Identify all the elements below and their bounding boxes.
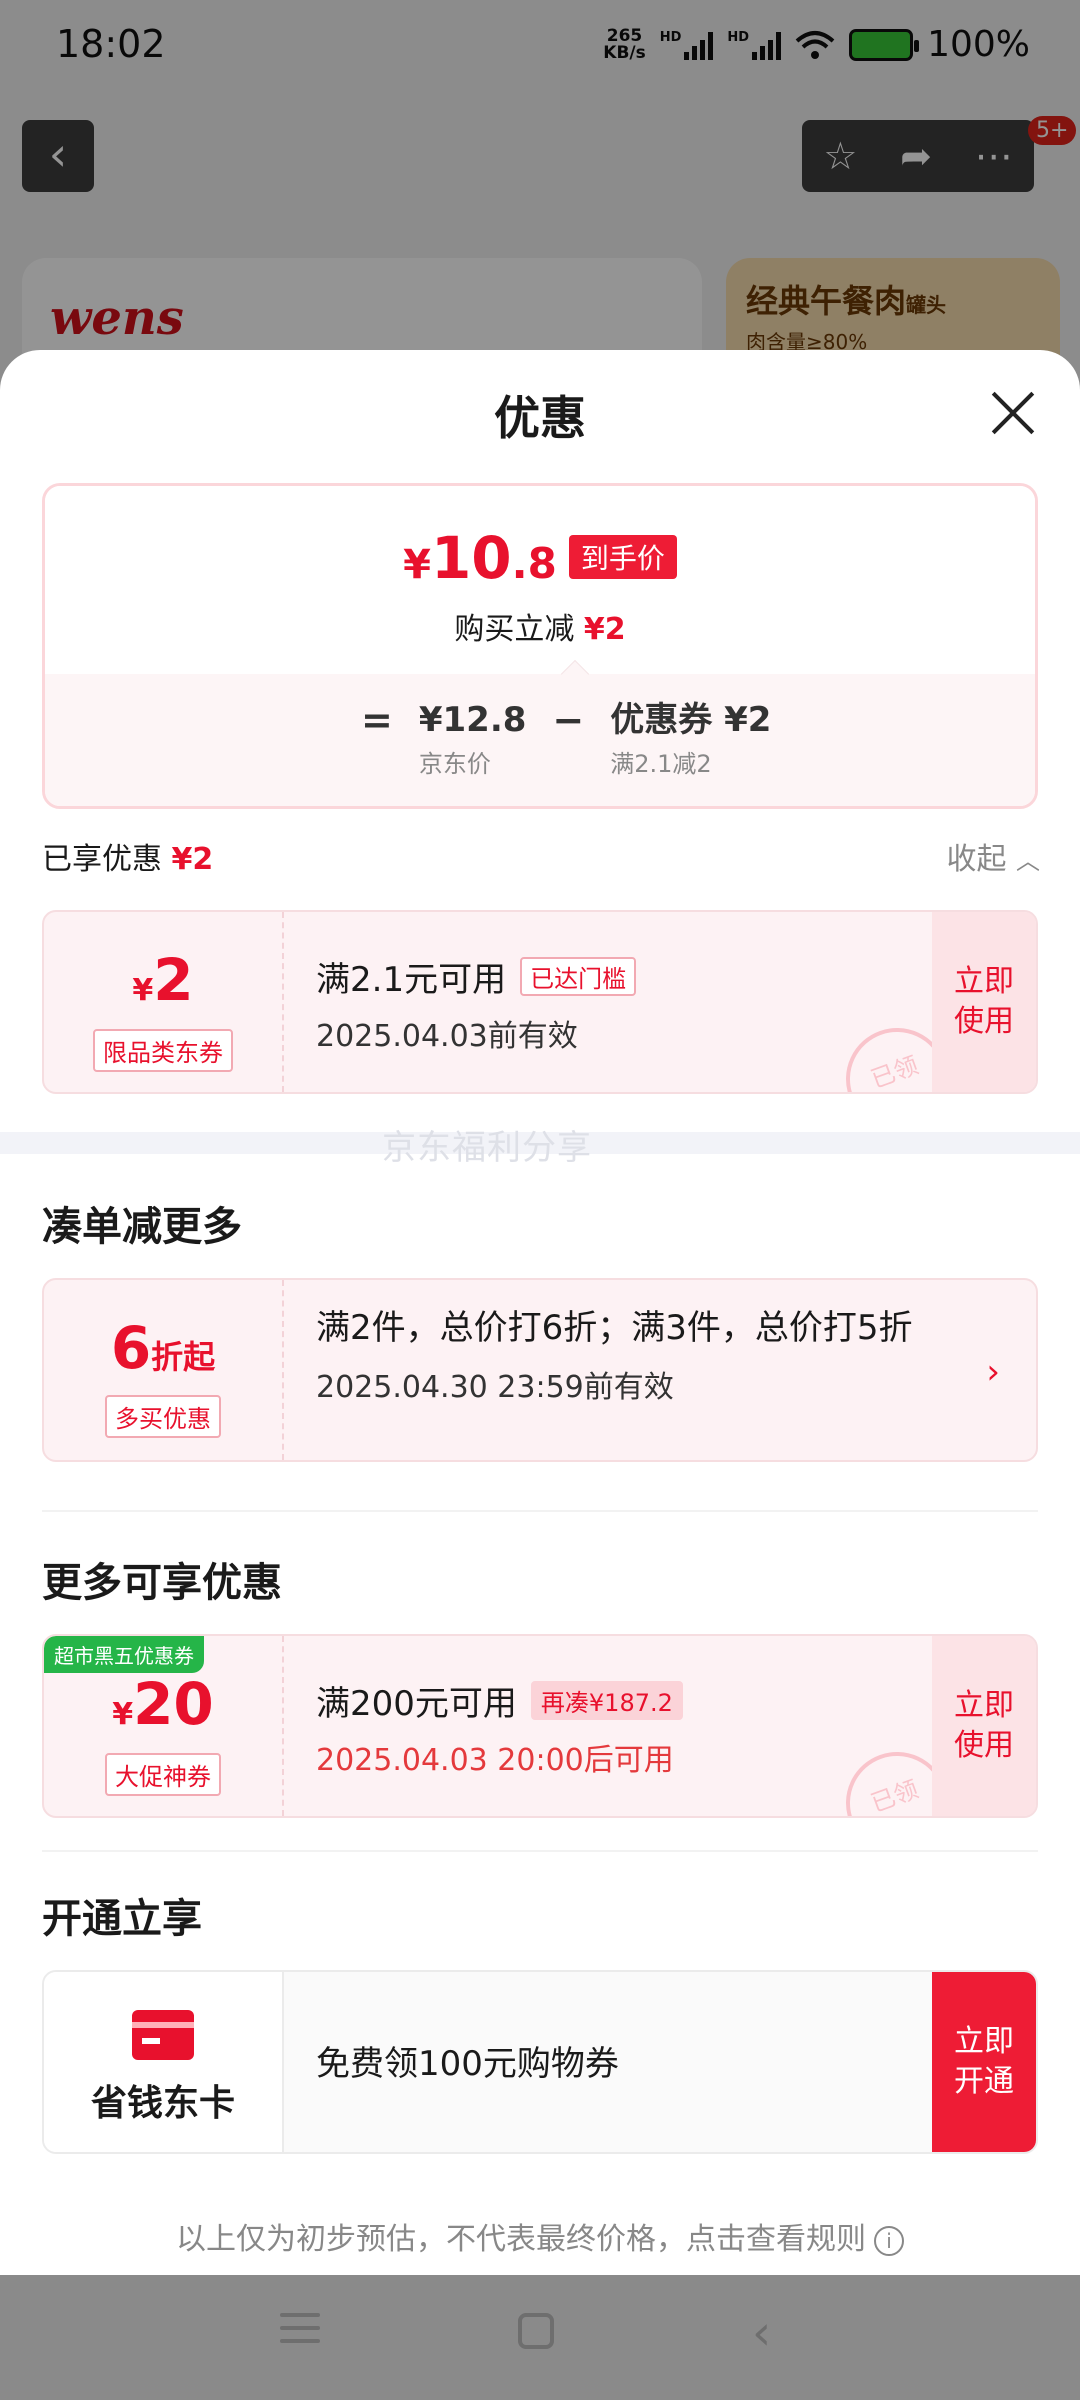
- threshold-badge: 已达门槛: [520, 957, 637, 996]
- watermark: 京东福利分享: [382, 1128, 592, 1168]
- instant-discount: 购买立减 ¥2: [45, 604, 1035, 648]
- info-icon[interactable]: i: [874, 2225, 904, 2256]
- sheet-title: 优惠: [494, 391, 586, 445]
- coupon-value: ¥2 限品类东券: [44, 912, 284, 1092]
- coupon-amount-value-2: 20: [133, 1670, 214, 1738]
- section-title-open: 开通立享: [42, 1896, 202, 1942]
- coupon-expiry: 2025.04.03前有效: [316, 1019, 578, 1054]
- multi-buy-type: 多买优惠: [105, 1395, 221, 1438]
- final-price: ¥10.8: [403, 524, 557, 592]
- coupon-card-2: 超市黑五优惠券 ¥20 大促神券 满200元可用 再凑¥187.2 2025.0…: [42, 1634, 1038, 1818]
- multi-buy-discount: 6折起: [44, 1318, 282, 1387]
- chevron-up-icon: ︿: [1016, 847, 1040, 875]
- close-icon[interactable]: [990, 390, 1036, 436]
- jd-price-term: ¥12.8 京东价: [419, 698, 527, 779]
- coupon-type: 限品类东券: [93, 1029, 233, 1072]
- jd-price-label: 京东价: [418, 750, 491, 778]
- multi-buy-card[interactable]: 6折起 多买优惠 满2件，总价打6折；满3件，总价打5折 2025.04.30 …: [42, 1278, 1038, 1462]
- price-integer: 10: [430, 524, 512, 592]
- equals-sign: =: [361, 698, 393, 742]
- rules-disclaimer[interactable]: 以上仅为初步预估，不代表最终价格，点击查看规则 i: [0, 2214, 1080, 2258]
- coupon-currency-2: ¥: [112, 1697, 134, 1732]
- home-icon[interactable]: [518, 2313, 554, 2349]
- coupon-condition-2: 满200元可用: [316, 1684, 517, 1724]
- use-now-button[interactable]: 立即 使用: [932, 912, 1036, 1092]
- divider: [42, 1510, 1038, 1512]
- coupon-term: 优惠券 ¥2 满2.1减2: [610, 698, 771, 779]
- jd-price-value: ¥12.8: [418, 700, 527, 740]
- multi-buy-info: 满2件，总价打6折；满3件，总价打5折 2025.04.30 23:59前有效: [316, 1304, 916, 1406]
- multi-buy-expiry: 2025.04.30 23:59前有效: [316, 1370, 674, 1405]
- coupon-amount-2: ¥20: [44, 1674, 282, 1745]
- coupon-start-time: 2025.04.03 20:00后可用: [316, 1743, 674, 1778]
- coupon-info-2: 满200元可用 再凑¥187.2 2025.04.03 20:00后可用: [316, 1676, 916, 1779]
- savings-card-name: 省钱东卡: [90, 2083, 235, 2124]
- enjoyed-value: ¥2: [171, 842, 214, 877]
- section-title-multi-buy: 凑单减更多: [42, 1204, 242, 1250]
- savings-card-brand: 省钱东卡: [44, 1972, 284, 2152]
- coupon-card: ¥2 限品类东券 满2.1元可用 已达门槛 2025.04.03前有效 已领 立…: [42, 910, 1038, 1094]
- final-price-row: ¥10.8 到手价: [45, 524, 1035, 592]
- price-decimal: .8: [511, 539, 557, 588]
- coupon-term-value: 优惠券 ¥2: [610, 700, 772, 740]
- discount-sheet: 优惠 ¥10.8 到手价 购买立减 ¥2 = ¥12.8 京东价 − 优惠券 ¥…: [0, 350, 1080, 2275]
- savings-card-desc: 免费领100元购物券: [316, 2044, 619, 2084]
- enjoyed-label: 已享优惠: [42, 842, 162, 877]
- system-nav-bar: ‹: [0, 2275, 1080, 2400]
- coupon-term-label: 满2.1减2: [610, 750, 712, 778]
- coupon-corner-tag: 超市黑五优惠券: [44, 1636, 204, 1673]
- collapse-label: 收起: [946, 842, 1007, 877]
- minus-sign: −: [552, 698, 585, 742]
- credit-card-icon: [132, 2010, 194, 2060]
- price-formula: = ¥12.8 京东价 − 优惠券 ¥2 满2.1减2: [361, 698, 771, 779]
- final-price-tag: 到手价: [568, 535, 677, 579]
- use-now-button-2[interactable]: 立即 使用: [932, 1636, 1036, 1816]
- instant-discount-value: ¥2: [583, 612, 626, 647]
- collapse-toggle[interactable]: 收起 ︿: [946, 834, 1040, 878]
- chevron-right-icon: ›: [986, 1352, 1000, 1392]
- enjoyed-discount: 已享优惠 ¥2: [42, 834, 213, 878]
- back-icon[interactable]: ‹: [752, 2305, 771, 2361]
- section-title-more-discounts: 更多可享优惠: [42, 1560, 282, 1606]
- coupon-amount: ¥2: [44, 950, 282, 1021]
- multi-buy-amount: 6: [110, 1314, 152, 1382]
- instant-discount-label: 购买立减: [454, 612, 575, 647]
- savings-card-offer: 省钱东卡 免费领100元购物券 立即 开通: [42, 1970, 1038, 2154]
- currency-symbol: ¥: [403, 542, 431, 588]
- multi-buy-suffix: 折起: [151, 1338, 216, 1376]
- menu-icon[interactable]: [280, 2313, 320, 2352]
- coupon-info: 满2.1元可用 已达门槛 2025.04.03前有效: [316, 952, 916, 1055]
- disclaimer-text: 以上仅为初步预估，不代表最终价格，点击查看规则: [176, 2222, 866, 2257]
- coupon-condition: 满2.1元可用: [316, 960, 507, 1000]
- coupon-type-2: 大促神券: [105, 1753, 221, 1796]
- multi-buy-condition: 满2件，总价打6折；满3件，总价打5折: [316, 1308, 913, 1348]
- price-breakdown: ¥10.8 到手价 购买立减 ¥2 = ¥12.8 京东价 − 优惠券 ¥2 满…: [42, 483, 1038, 809]
- coupon-currency: ¥: [132, 973, 154, 1008]
- open-now-button[interactable]: 立即 开通: [932, 1972, 1036, 2152]
- divider-2: [42, 1850, 1038, 1852]
- coupon-amount-value: 2: [153, 946, 194, 1014]
- remaining-badge: 再凑¥187.2: [530, 1681, 683, 1720]
- multi-buy-value: 6折起 多买优惠: [44, 1280, 284, 1460]
